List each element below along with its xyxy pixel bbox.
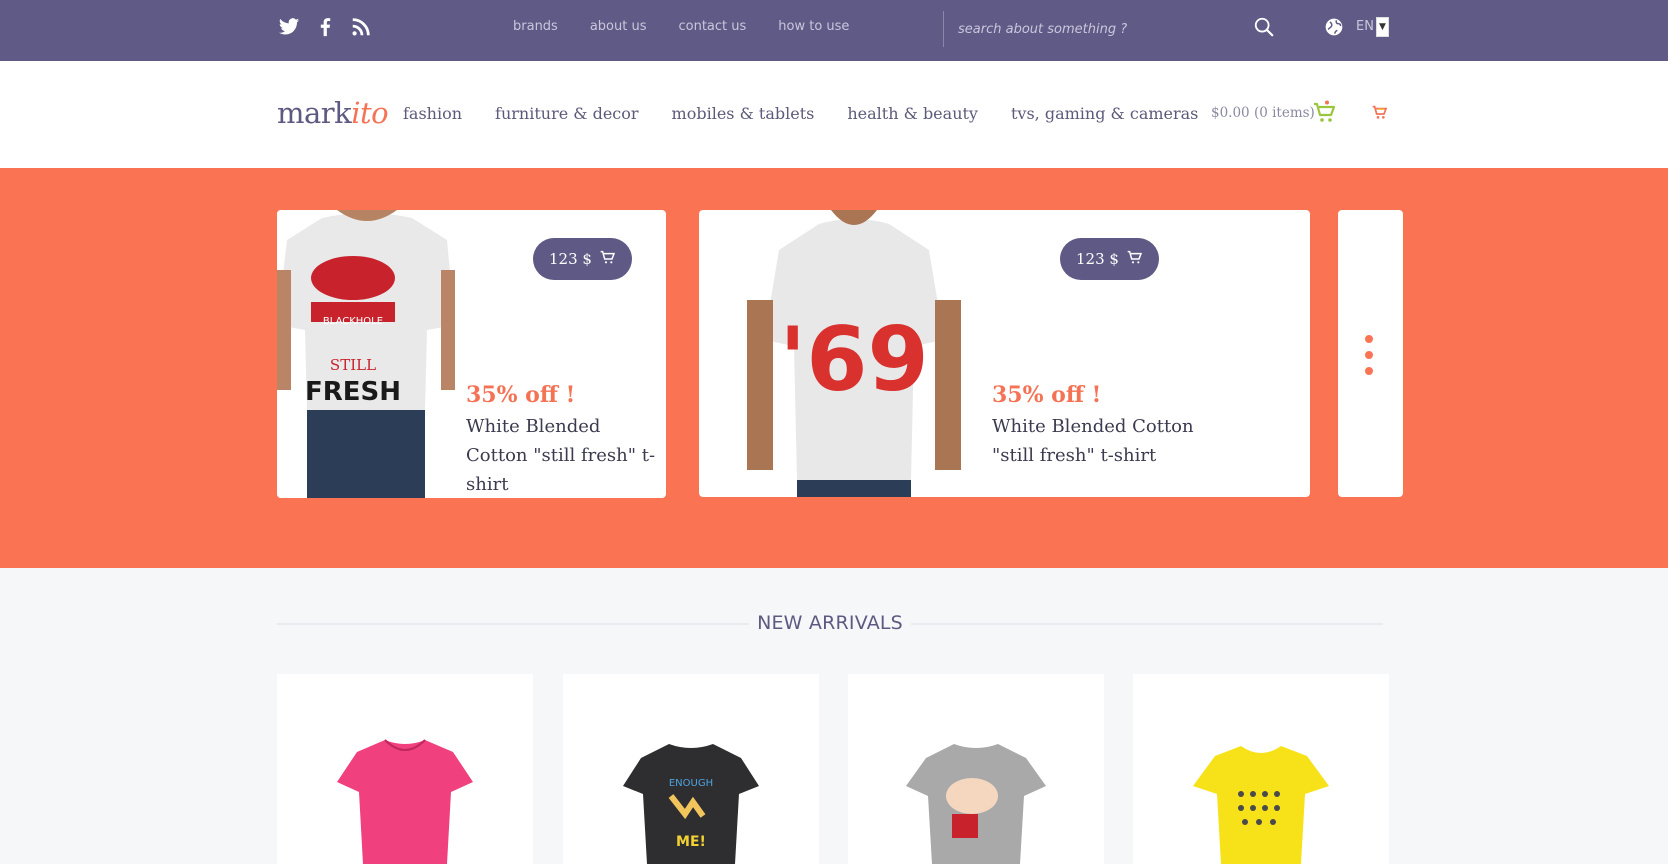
product-title-slide-1[interactable]: White Blended Cotton "still fresh" t-shi… <box>466 412 666 499</box>
top-bar: brands about us contact us how to use EN… <box>0 0 1668 61</box>
svg-text:ENOUGH: ENOUGH <box>669 778 713 789</box>
cart-icon <box>600 249 616 269</box>
top-link-about-us[interactable]: about us <box>590 19 647 34</box>
new-arrivals-heading: NEW ARRIVALS <box>0 612 1660 634</box>
category-nav: fashion furniture & decor mobiles & tabl… <box>403 104 1231 123</box>
social-links <box>278 16 372 38</box>
cart-icon <box>1127 249 1143 269</box>
yellow-tshirt-image <box>1193 746 1329 864</box>
top-link-brands[interactable]: brands <box>513 19 558 34</box>
logo-accent: ito <box>351 96 389 130</box>
facebook-icon[interactable] <box>314 16 336 38</box>
cart-summary[interactable]: $0.00 (0 items) <box>1211 105 1315 121</box>
price-button-slide-1[interactable]: 123 $ <box>533 238 632 280</box>
top-links: brands about us contact us how to use <box>513 19 881 34</box>
product-card-pink-tee[interactable] <box>277 674 533 864</box>
price-label: 123 $ <box>549 250 592 268</box>
search-input[interactable] <box>958 17 1238 41</box>
nav-link-furniture-decor[interactable]: furniture & decor <box>495 104 639 123</box>
product-card-black-tee[interactable]: ENOUGH ME! <box>563 674 819 864</box>
logo-main: mark <box>277 96 352 130</box>
logo[interactable]: markito <box>277 96 389 130</box>
search-icon[interactable] <box>1253 16 1275 38</box>
dot <box>1365 367 1373 375</box>
language-label[interactable]: EN <box>1356 19 1374 34</box>
discount-label-slide-1: 35% off ! <box>466 382 576 408</box>
chevron-down-icon: ▼ <box>1379 22 1386 32</box>
price-label: 123 $ <box>1076 250 1119 268</box>
product-card-grey-tee[interactable] <box>848 674 1104 864</box>
nav-link-mobiles-tablets[interactable]: mobiles & tablets <box>672 104 815 123</box>
svg-text:FRESH: FRESH <box>305 377 401 407</box>
product-card-yellow-tee[interactable] <box>1133 674 1389 864</box>
discount-label-slide-2: 35% off ! <box>992 382 1102 408</box>
tshirt-still-fresh-image: BLACKHOLE STILL FRESH <box>277 210 455 498</box>
globe-icon <box>1324 17 1344 37</box>
nav-link-tvs-gaming-cameras[interactable]: tvs, gaming & cameras <box>1011 104 1198 123</box>
svg-text:ME!: ME! <box>676 834 706 850</box>
nav-link-health-beauty[interactable]: health & beauty <box>847 104 978 123</box>
cart-icon[interactable] <box>1313 100 1337 124</box>
pink-tshirt-image <box>337 739 473 864</box>
grey-tshirt-image <box>906 744 1046 864</box>
dot <box>1365 335 1373 343</box>
product-title-slide-2[interactable]: White Blended Cotton "still fresh" t-shi… <box>992 412 1232 470</box>
nav-link-fashion[interactable]: fashion <box>403 104 462 123</box>
rss-icon[interactable] <box>350 16 372 38</box>
mini-cart-icon[interactable] <box>1372 104 1388 120</box>
svg-text:BLACKHOLE: BLACKHOLE <box>323 316 383 327</box>
top-link-contact-us[interactable]: contact us <box>678 19 746 34</box>
price-button-slide-2[interactable]: 123 $ <box>1060 238 1159 280</box>
language-dropdown[interactable]: ▼ <box>1376 17 1389 37</box>
svg-text:STILL: STILL <box>330 356 376 374</box>
black-tshirt-image: ENOUGH ME! <box>623 744 759 864</box>
top-link-how-to-use[interactable]: how to use <box>778 19 849 34</box>
slider-more-dots[interactable] <box>1365 335 1373 375</box>
new-arrivals-title: NEW ARRIVALS <box>749 612 911 634</box>
search-divider <box>943 11 944 47</box>
svg-text:'69: '69 <box>779 308 928 411</box>
twitter-icon[interactable] <box>278 16 300 38</box>
dot <box>1365 351 1373 359</box>
tshirt-69-image: '69 <box>739 210 999 497</box>
